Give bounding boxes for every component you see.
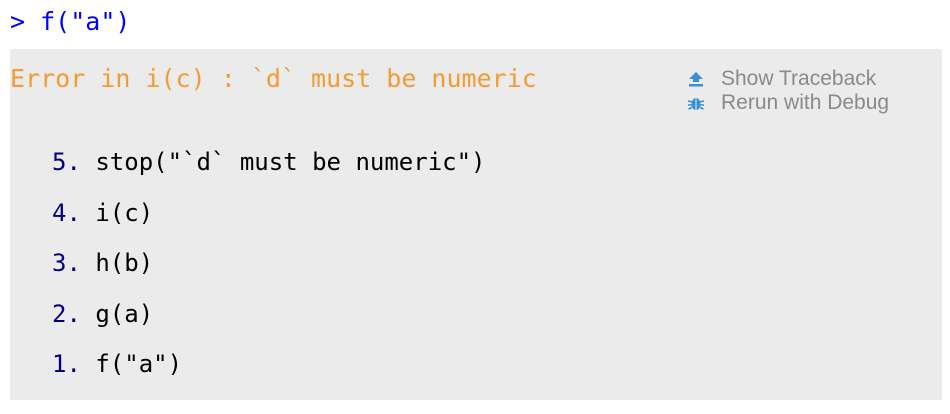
frame-call: g(a) — [95, 299, 154, 328]
frame-number: 1. — [52, 350, 81, 378]
command-line: > f("a") — [10, 4, 130, 40]
command-text: f("a") — [40, 7, 131, 36]
frame-number: 5. — [52, 148, 81, 176]
frame-number: 2. — [52, 299, 81, 328]
error-message: Error in i(c) : `d` must be numeric — [10, 64, 537, 93]
frame-call: h(b) — [95, 249, 154, 277]
rerun-with-debug-button[interactable]: Rerun with Debug — [686, 91, 889, 115]
frame-number: 4. — [52, 198, 81, 227]
traceback-frame[interactable]: 2. g(a) — [52, 289, 486, 340]
show-traceback-button[interactable]: Show Traceback — [686, 67, 889, 91]
frame-call: i(c) — [95, 198, 154, 227]
arrow-up-icon — [686, 69, 706, 89]
traceback-frame[interactable]: 3. h(b) — [52, 238, 486, 289]
frame-call: stop("`d` must be numeric") — [95, 148, 486, 176]
traceback-frame[interactable]: 5. stop("`d` must be numeric") — [52, 137, 486, 188]
error-panel: Error in i(c) : `d` must be numeric Show… — [10, 49, 942, 400]
show-traceback-label: Show Traceback — [721, 67, 877, 90]
error-actions: Show Traceback Rerun with Debug — [686, 67, 889, 115]
traceback-frame[interactable]: 4. i(c) — [52, 188, 486, 239]
frame-number: 3. — [52, 249, 81, 277]
r-console: > f("a") Error in i(c) : `d` must be num… — [0, 0, 950, 414]
traceback-list: 5. stop("`d` must be numeric") 4. i(c) 3… — [52, 137, 486, 390]
frame-call: f("a") — [95, 350, 183, 378]
console-prompt: > — [10, 7, 26, 36]
traceback-frame[interactable]: 1. f("a") — [52, 339, 486, 390]
rerun-with-debug-label: Rerun with Debug — [721, 91, 890, 114]
bug-icon — [686, 93, 706, 113]
